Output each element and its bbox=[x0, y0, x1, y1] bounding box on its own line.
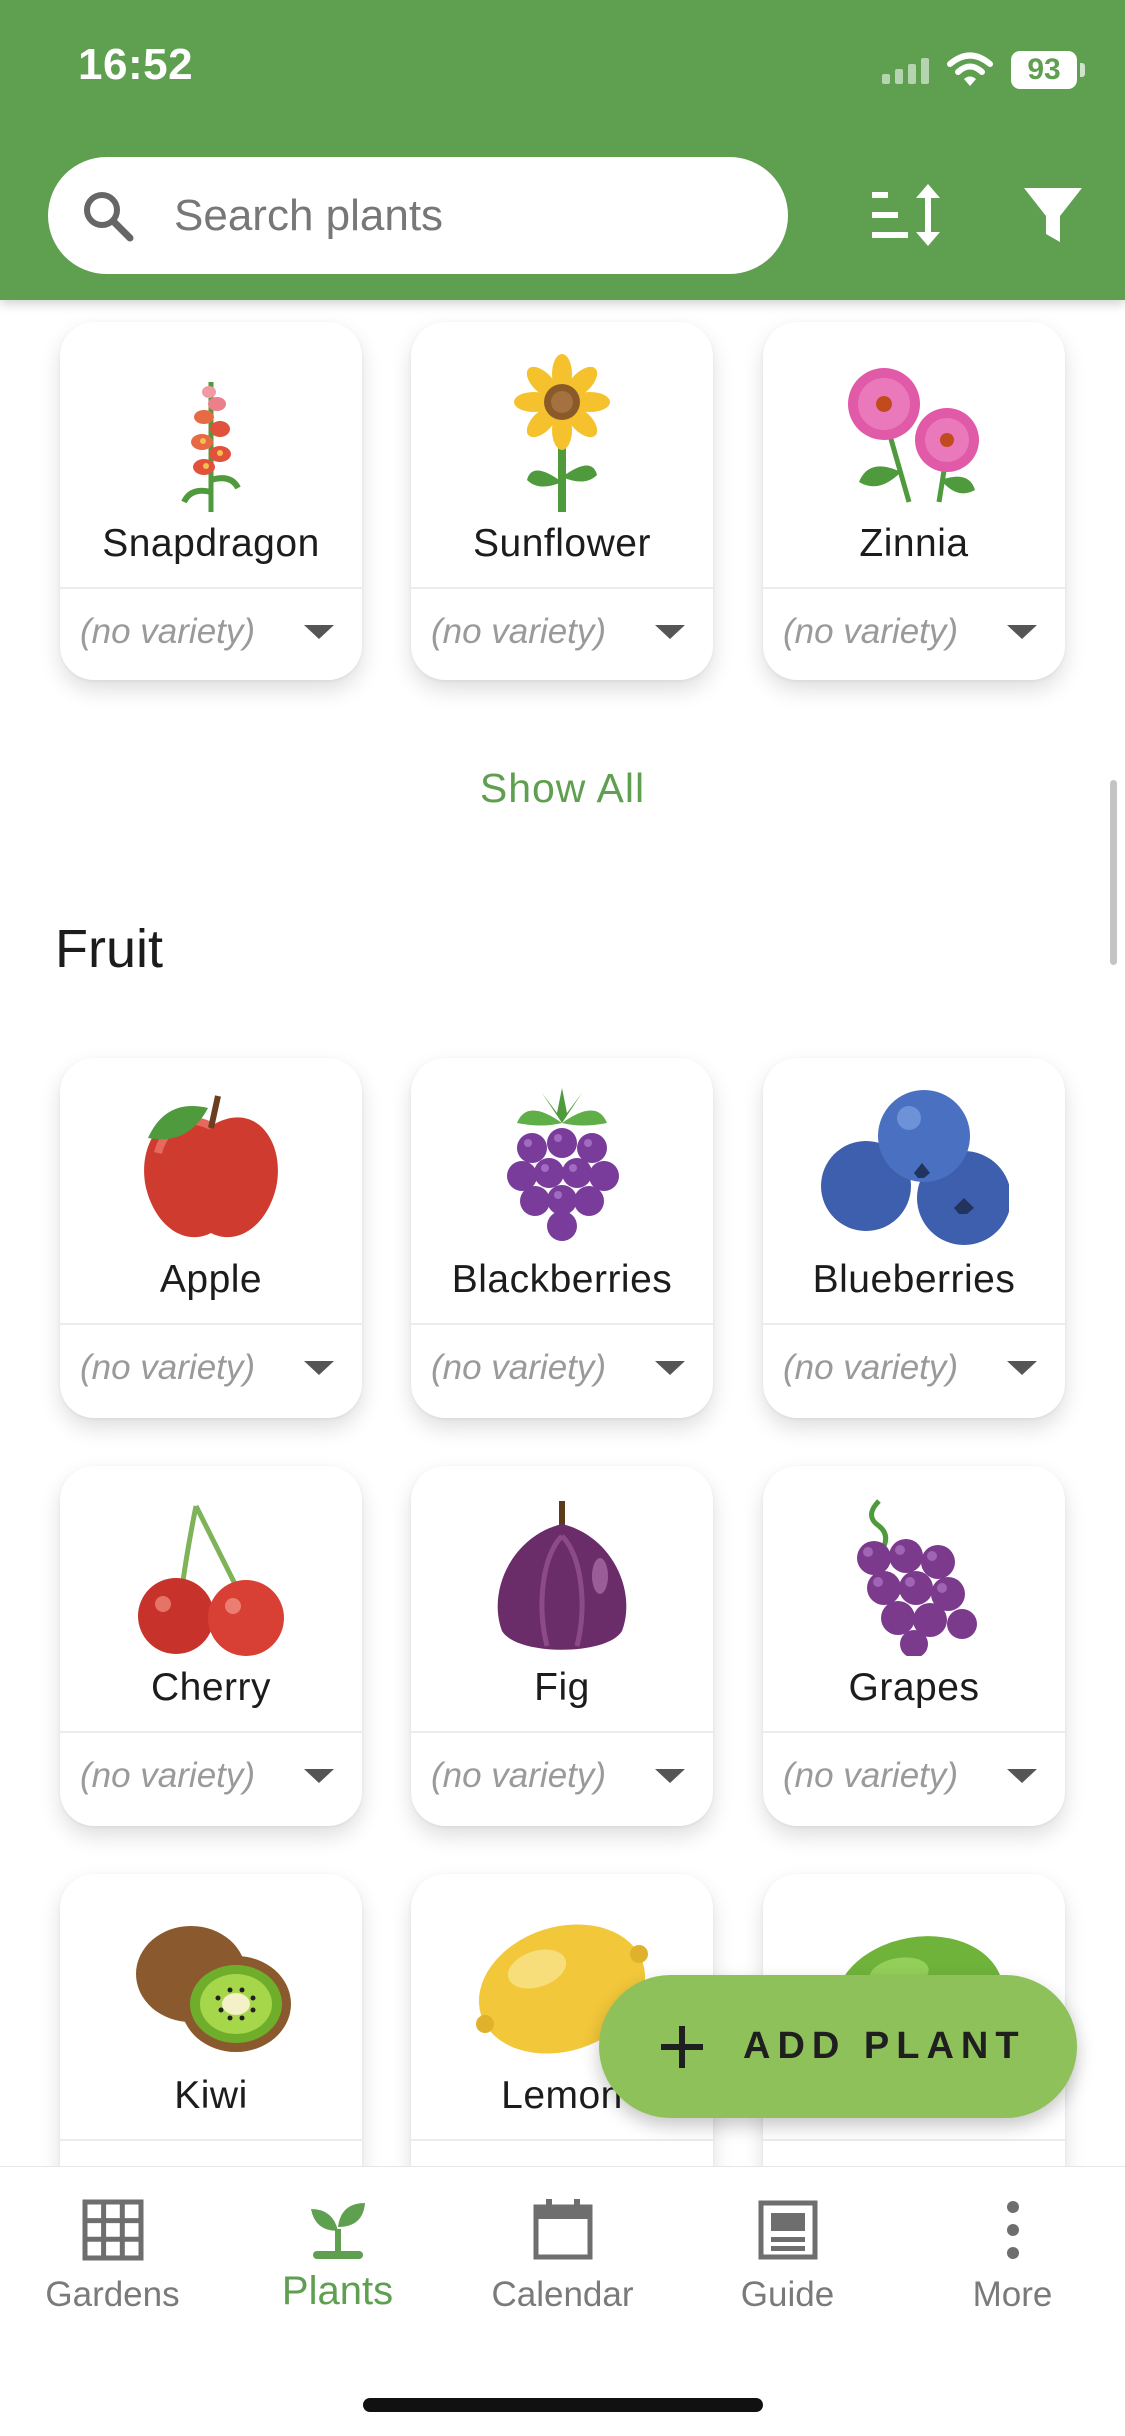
nav-plants-label: Plants bbox=[281, 2269, 394, 2313]
battery-icon: 93 bbox=[1011, 51, 1085, 89]
plant-name: Blueberries bbox=[812, 1258, 1016, 1301]
plant-name: Grapes bbox=[848, 1666, 980, 1709]
app-header: 16:52 93 Search plants bbox=[0, 0, 1125, 300]
sunflower-illustration bbox=[411, 322, 713, 512]
variety-select[interactable]: (no variety) bbox=[783, 1348, 958, 1388]
nav-calendar-label: Calendar bbox=[491, 2275, 634, 2314]
cherry-illustration bbox=[60, 1466, 362, 1656]
variety-select[interactable]: (no variety) bbox=[431, 1756, 606, 1796]
chevron-down-icon[interactable] bbox=[1007, 625, 1037, 639]
chevron-down-icon[interactable] bbox=[655, 1769, 685, 1783]
kiwi-illustration bbox=[60, 1874, 362, 2064]
scrollbar[interactable] bbox=[1110, 780, 1117, 965]
plants-screen: 16:52 93 Search plants Snapdragon (no va… bbox=[0, 0, 1125, 2436]
plant-card-zinnia[interactable]: Zinnia (no variety) bbox=[763, 322, 1065, 680]
variety-select[interactable]: (no variety) bbox=[80, 1756, 255, 1796]
plant-name: Snapdragon bbox=[102, 522, 320, 565]
chevron-down-icon[interactable] bbox=[655, 1361, 685, 1375]
home-indicator bbox=[363, 2398, 763, 2412]
plant-card-sunflower[interactable]: Sunflower (no variety) bbox=[411, 322, 713, 680]
plant-name: Kiwi bbox=[174, 2074, 248, 2117]
status-time: 16:52 bbox=[78, 40, 194, 89]
plant-name: Blackberries bbox=[451, 1258, 673, 1301]
nav-more-label: More bbox=[972, 2275, 1053, 2314]
plant-name: Fig bbox=[534, 1666, 590, 1709]
plant-name: Apple bbox=[159, 1258, 263, 1301]
nav-gardens[interactable]: Gardens bbox=[0, 2197, 225, 2315]
grapes-illustration bbox=[763, 1466, 1065, 1656]
battery-level: 93 bbox=[1011, 51, 1077, 89]
filter-icon[interactable] bbox=[1020, 180, 1086, 250]
blackberries-illustration bbox=[411, 1058, 713, 1248]
chevron-down-icon[interactable] bbox=[1007, 1361, 1037, 1375]
variety-select[interactable]: (no variety) bbox=[783, 612, 958, 652]
nav-gardens-label: Gardens bbox=[45, 2275, 180, 2314]
show-all-link[interactable]: Show All bbox=[0, 765, 1125, 812]
plant-card-grapes[interactable]: Grapes (no variety) bbox=[763, 1466, 1065, 1826]
grid-icon bbox=[82, 2199, 143, 2261]
chevron-down-icon[interactable] bbox=[1007, 1769, 1037, 1783]
snapdragon-illustration bbox=[60, 322, 362, 512]
nav-plants[interactable]: Plants bbox=[225, 2197, 450, 2314]
section-title-fruit: Fruit bbox=[55, 919, 163, 979]
plant-card-fig[interactable]: Fig (no variety) bbox=[411, 1466, 713, 1826]
variety-select[interactable]: (no variety) bbox=[783, 1756, 958, 1796]
plant-list[interactable]: Snapdragon (no variety) Sunflower (no va… bbox=[0, 300, 1125, 2166]
variety-select[interactable]: (no variety) bbox=[80, 1348, 255, 1388]
plant-card-cherry[interactable]: Cherry (no variety) bbox=[60, 1466, 362, 1826]
variety-select[interactable]: (no variety) bbox=[80, 612, 255, 652]
plant-card-apple[interactable]: Apple (no variety) bbox=[60, 1058, 362, 1418]
add-plant-label: ADD PLANT bbox=[743, 2025, 1026, 2067]
chevron-down-icon[interactable] bbox=[304, 625, 334, 639]
search-input[interactable]: Search plants bbox=[48, 157, 788, 274]
nav-guide-label: Guide bbox=[740, 2275, 835, 2314]
add-plant-button[interactable]: ADD PLANT bbox=[599, 1975, 1077, 2118]
bottom-navigation: Gardens Plants Calendar Guide More bbox=[0, 2166, 1125, 2436]
blueberries-illustration bbox=[763, 1058, 1065, 1248]
chevron-down-icon[interactable] bbox=[304, 1361, 334, 1375]
plant-card-snapdragon[interactable]: Snapdragon (no variety) bbox=[60, 322, 362, 680]
sprout-icon bbox=[310, 2203, 365, 2259]
guide-icon bbox=[758, 2200, 817, 2260]
calendar-icon bbox=[533, 2199, 592, 2260]
zinnia-illustration bbox=[763, 322, 1065, 512]
nav-calendar[interactable]: Calendar bbox=[450, 2197, 675, 2315]
nav-more[interactable]: More bbox=[900, 2197, 1125, 2315]
status-indicators: 93 bbox=[882, 50, 1085, 90]
plant-card-kiwi[interactable]: Kiwi bbox=[60, 1874, 362, 2166]
fig-illustration bbox=[411, 1466, 713, 1656]
sort-icon[interactable] bbox=[868, 180, 948, 250]
plant-name: Zinnia bbox=[859, 522, 969, 565]
plant-name: Sunflower bbox=[473, 522, 651, 565]
apple-illustration bbox=[60, 1058, 362, 1248]
cellular-signal-icon bbox=[882, 56, 929, 84]
search-placeholder: Search plants bbox=[174, 190, 444, 240]
plant-card-blackberries[interactable]: Blackberries (no variety) bbox=[411, 1058, 713, 1418]
more-vertical-icon bbox=[1006, 2201, 1019, 2259]
variety-select[interactable]: (no variety) bbox=[431, 612, 606, 652]
nav-guide[interactable]: Guide bbox=[675, 2197, 900, 2315]
plant-card-blueberries[interactable]: Blueberries (no variety) bbox=[763, 1058, 1065, 1418]
chevron-down-icon[interactable] bbox=[655, 625, 685, 639]
wifi-icon bbox=[947, 52, 993, 86]
search-icon bbox=[84, 191, 134, 241]
chevron-down-icon[interactable] bbox=[304, 1769, 334, 1783]
plant-name: Cherry bbox=[150, 1666, 272, 1709]
variety-select[interactable]: (no variety) bbox=[431, 1348, 606, 1388]
plus-icon bbox=[661, 2025, 703, 2068]
